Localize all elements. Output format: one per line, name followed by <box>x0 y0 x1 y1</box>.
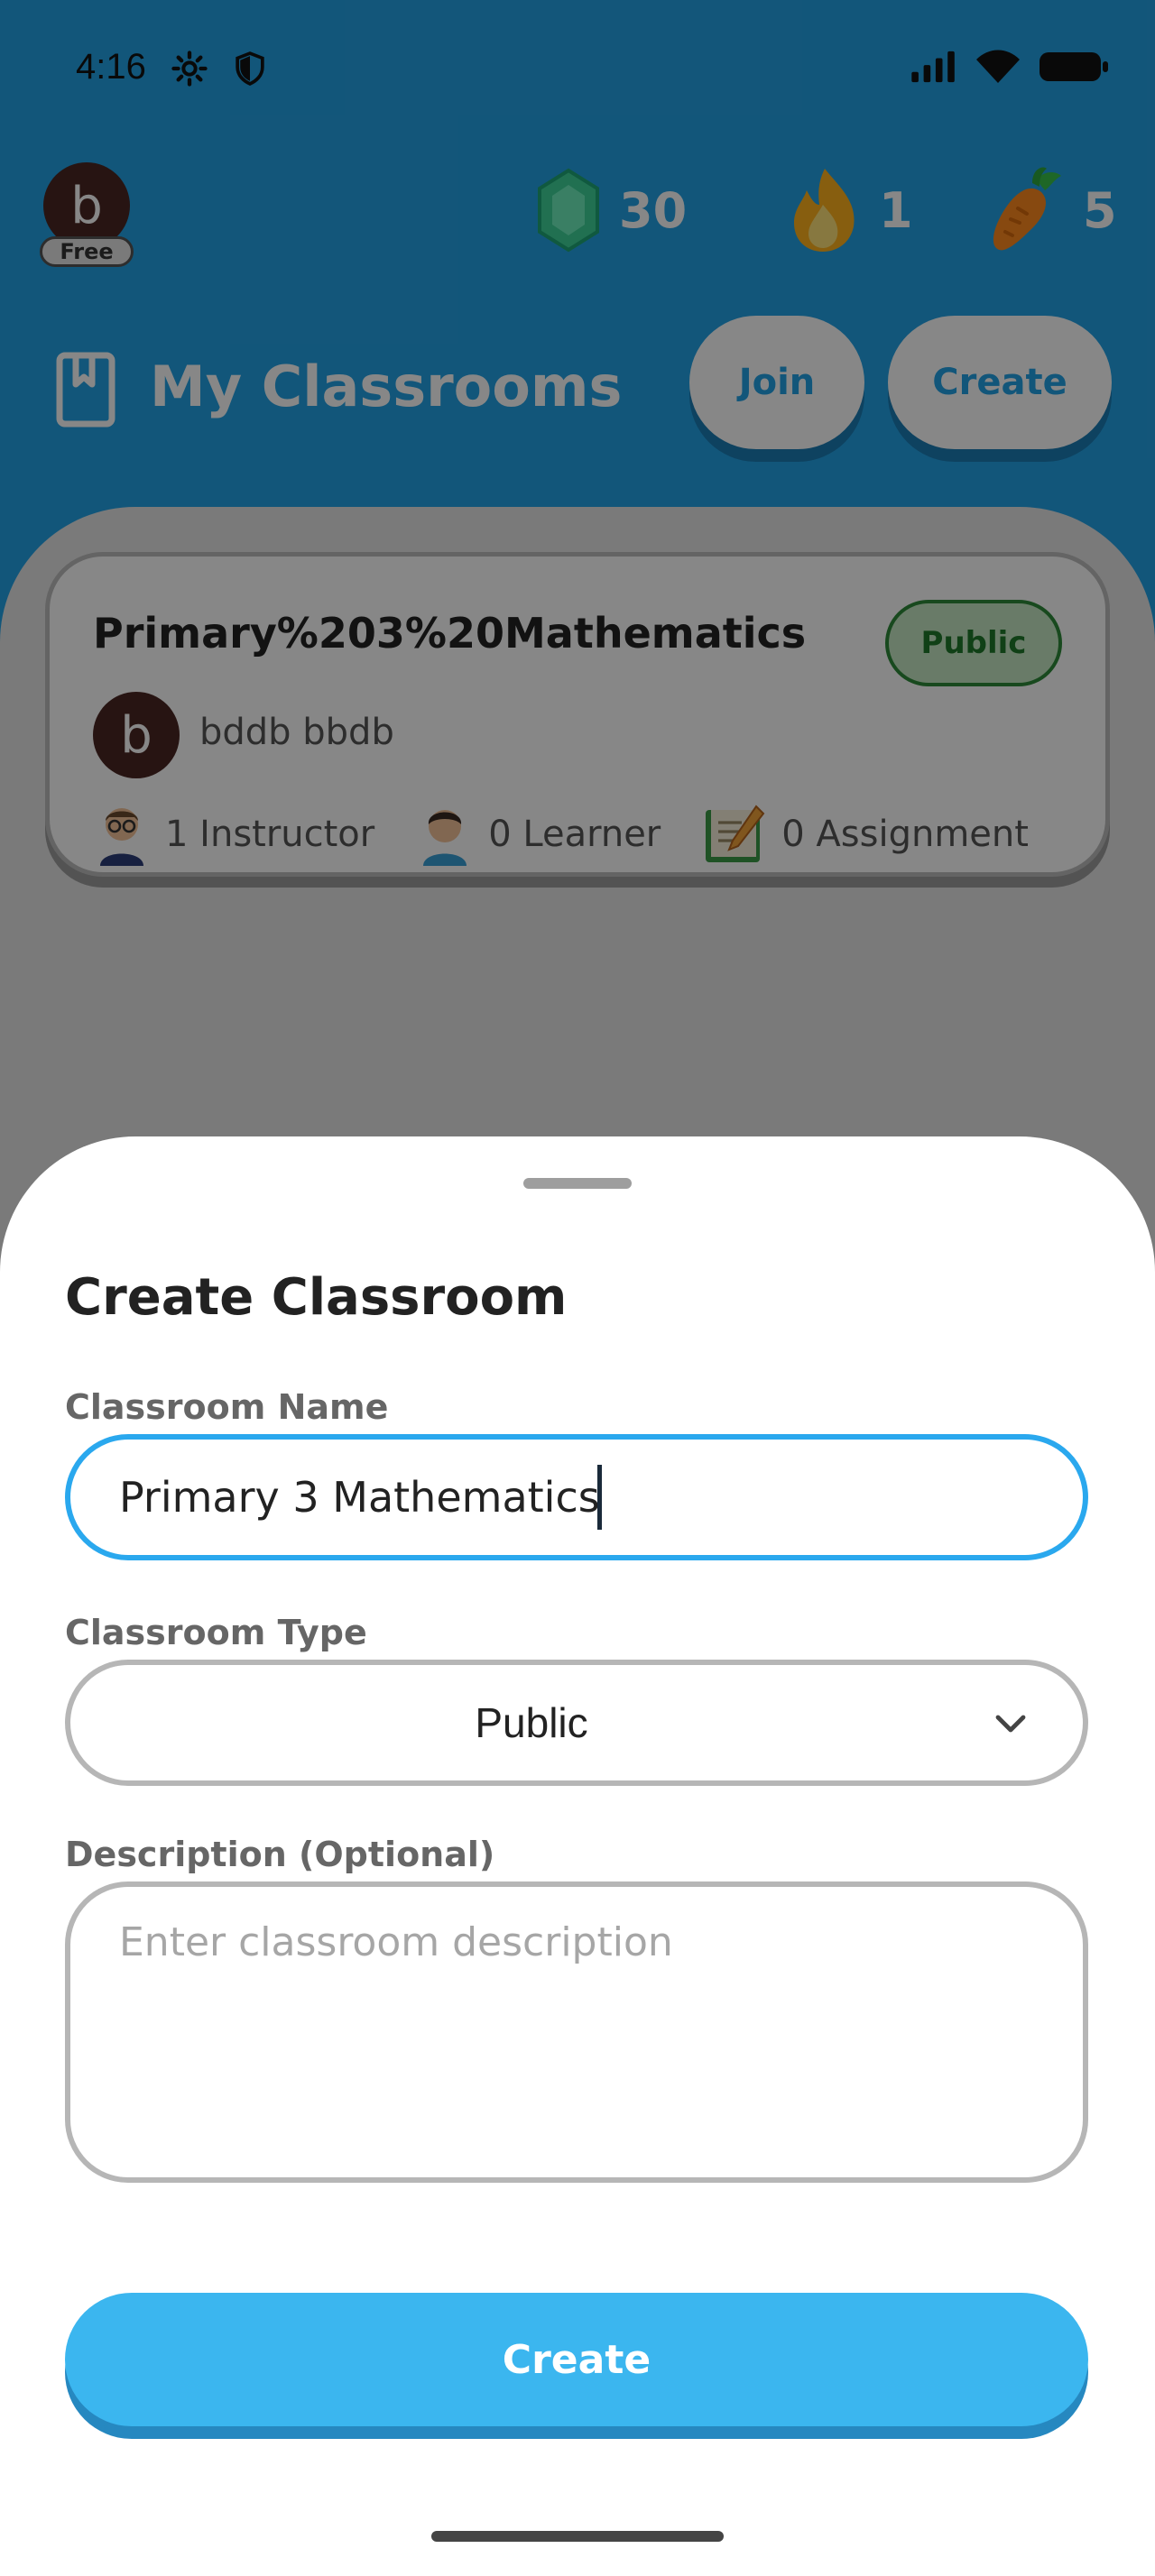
home-indicator[interactable] <box>431 2531 724 2542</box>
classroom-type-label: Classroom Type <box>65 1613 367 1652</box>
description-input[interactable] <box>65 1881 1088 2183</box>
description-label: Description (Optional) <box>65 1835 495 1874</box>
sheet-title: Create Classroom <box>65 1268 568 1327</box>
chevron-down-icon <box>995 1715 1026 1733</box>
submit-create-button[interactable]: Create <box>65 2293 1088 2426</box>
text-caret <box>597 1465 602 1530</box>
classroom-name-label: Classroom Name <box>65 1387 389 1427</box>
classroom-type-value: Public <box>475 1699 588 1746</box>
classroom-type-select[interactable]: Public <box>65 1660 1088 1786</box>
classroom-name-input[interactable] <box>65 1434 1088 1560</box>
create-classroom-sheet: Create Classroom Classroom Name Classroo… <box>0 1136 1155 2576</box>
sheet-drag-handle[interactable] <box>523 1178 632 1189</box>
